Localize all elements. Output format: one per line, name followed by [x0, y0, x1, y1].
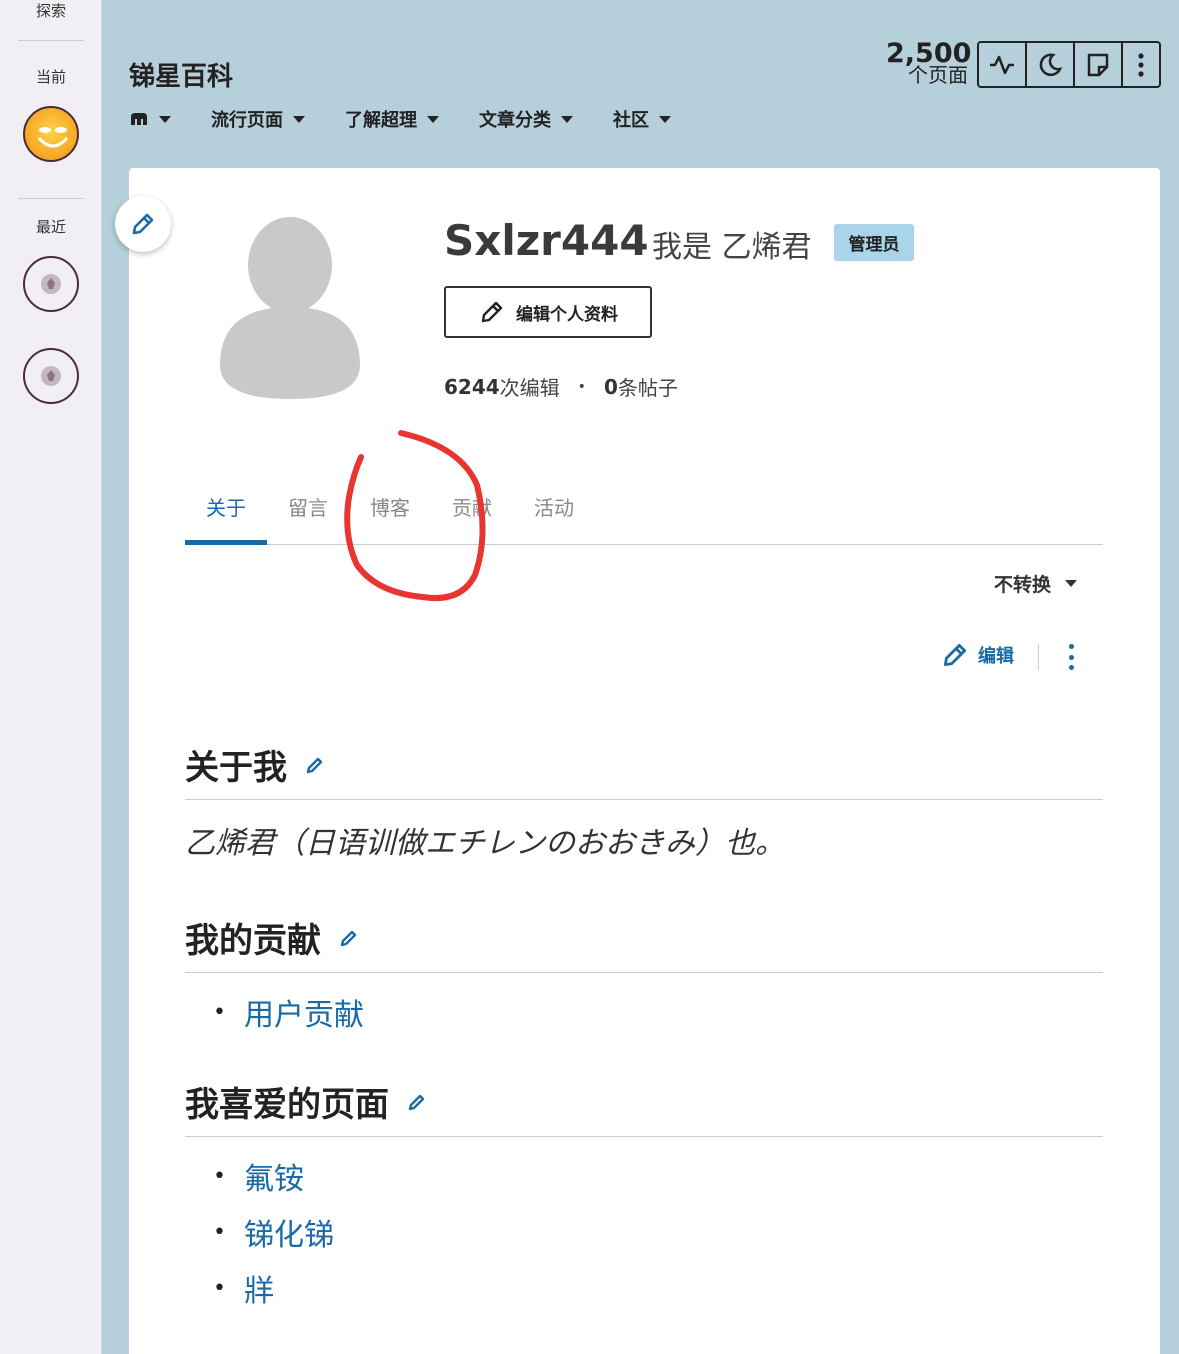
section-about-heading: 关于我 [185, 740, 1103, 800]
fandom-flame-icon [41, 274, 61, 294]
about-text: 乙烯君（日语训做エチレンのおおきみ）也。 [185, 826, 785, 861]
language-variant-select[interactable]: 不转换 [994, 570, 1078, 597]
stats-separator: • [577, 378, 586, 395]
list-item: 锑化锑 [213, 1204, 334, 1260]
activity-icon [990, 55, 1014, 74]
divider [1038, 644, 1039, 670]
section-edit-button[interactable] [305, 755, 325, 775]
kebab-dot [1068, 654, 1074, 660]
pencil-icon [943, 643, 967, 667]
favorite-page-link[interactable]: 牂 [244, 1266, 274, 1310]
chevron-down-icon [1065, 580, 1078, 587]
tab-about[interactable]: 关于 [185, 488, 267, 545]
chevron-down-icon [159, 115, 171, 123]
notes-icon [1087, 53, 1109, 76]
posts-label: 条帖子 [617, 376, 678, 400]
edit-page-button[interactable]: 编辑 [940, 640, 1014, 670]
profile-tabs: 关于 留言 博客 贡献 活动 [185, 488, 1103, 545]
tab-messages[interactable]: 留言 [267, 488, 349, 544]
nav-categories[interactable]: 文章分类 [479, 106, 573, 132]
chevron-down-icon [659, 115, 671, 123]
section-edit-button[interactable] [407, 1092, 427, 1112]
edits-label: 次编辑 [499, 376, 560, 400]
rail-recent-label: 最近 [35, 218, 66, 236]
user-avatar-placeholder [220, 217, 360, 399]
more-icon [1138, 52, 1144, 77]
nav-label: 流行页面 [211, 110, 283, 131]
fandom-logo-icon [131, 113, 147, 125]
chevron-down-icon [561, 115, 573, 123]
pencil-icon [481, 301, 503, 323]
notes-button[interactable] [1075, 43, 1123, 86]
list-item: 氟铵 [213, 1148, 334, 1204]
nav-popular-pages[interactable]: 流行页面 [211, 106, 305, 132]
left-rail: 探索 当前 最近 [0, 0, 102, 1354]
rail-explore-label[interactable]: 探索 [0, 0, 102, 21]
chevron-down-icon [427, 115, 439, 123]
edits-count: 6244 [444, 374, 500, 399]
nav-fandom-menu[interactable] [129, 106, 171, 132]
section-about-title: 关于我 [185, 748, 287, 788]
wiki-tools [977, 41, 1161, 88]
current-wiki-avatar[interactable] [23, 106, 79, 162]
profile-alt-name: 我是 乙烯君 [652, 230, 812, 265]
pencil-icon [132, 213, 154, 235]
pencil-icon [340, 930, 357, 946]
tab-blog[interactable]: 博客 [349, 488, 431, 544]
dark-mode-button[interactable] [1027, 43, 1075, 86]
more-tools-button[interactable] [1123, 43, 1159, 86]
edit-page-label: 编辑 [978, 646, 1014, 667]
favorite-page-link[interactable]: 氟铵 [244, 1154, 304, 1198]
section-contrib-title: 我的贡献 [185, 921, 321, 961]
smiley-icon [37, 127, 69, 148]
contrib-link[interactable]: 用户贡献 [244, 990, 364, 1034]
nav-community[interactable]: 社区 [613, 106, 671, 132]
nav-learn[interactable]: 了解超理 [345, 106, 439, 132]
profile-username: Sxlzr444 [444, 216, 649, 265]
favorite-page-link[interactable]: 锑化锑 [244, 1210, 334, 1254]
tab-contributions[interactable]: 贡献 [431, 488, 513, 544]
activity-button[interactable] [979, 43, 1027, 86]
dark-mode-icon [1039, 53, 1063, 76]
posts-count: 0 [603, 374, 618, 399]
kebab-dot [1068, 644, 1074, 649]
favorites-list: 氟铵 锑化锑 牂 [213, 1148, 334, 1316]
rail-divider [18, 40, 84, 41]
contrib-list: 用户贡献 [213, 984, 364, 1040]
rail-divider [18, 198, 84, 199]
page-actions-menu[interactable] [1062, 640, 1080, 674]
profile-stats: 6244 次编辑 • 0 条帖子 [444, 372, 678, 401]
list-item: 用户贡献 [213, 984, 364, 1040]
page-count: 2,500 个页面 [886, 40, 971, 85]
wiki-title[interactable]: 锑星百科 [129, 56, 233, 93]
language-variant-label: 不转换 [994, 574, 1052, 596]
recent-wiki-avatar[interactable] [23, 256, 79, 312]
nav-label: 文章分类 [479, 110, 551, 131]
section-edit-button[interactable] [339, 928, 359, 948]
tab-activity[interactable]: 活动 [513, 488, 595, 544]
section-favorites-title: 我喜爱的页面 [185, 1085, 389, 1125]
section-favorites-heading: 我喜爱的页面 [185, 1077, 1103, 1137]
section-contrib-heading: 我的贡献 [185, 913, 1103, 973]
admin-badge: 管理员 [834, 224, 914, 261]
nav-label: 了解超理 [345, 110, 417, 131]
pencil-icon [306, 757, 323, 773]
floating-edit-button[interactable] [115, 196, 171, 252]
edit-profile-button[interactable]: 编辑个人资料 [444, 286, 652, 338]
rail-current-label: 当前 [35, 68, 66, 86]
nav-label: 社区 [613, 110, 649, 131]
list-item: 牂 [213, 1260, 334, 1316]
pencil-icon [408, 1094, 425, 1110]
recent-wiki-avatar[interactable] [23, 348, 79, 404]
chevron-down-icon [293, 115, 305, 123]
kebab-dot [1068, 665, 1074, 670]
wiki-nav: 流行页面 了解超理 文章分类 社区 [129, 106, 711, 132]
fandom-flame-icon [41, 366, 61, 386]
edit-profile-label: 编辑个人资料 [516, 304, 618, 325]
